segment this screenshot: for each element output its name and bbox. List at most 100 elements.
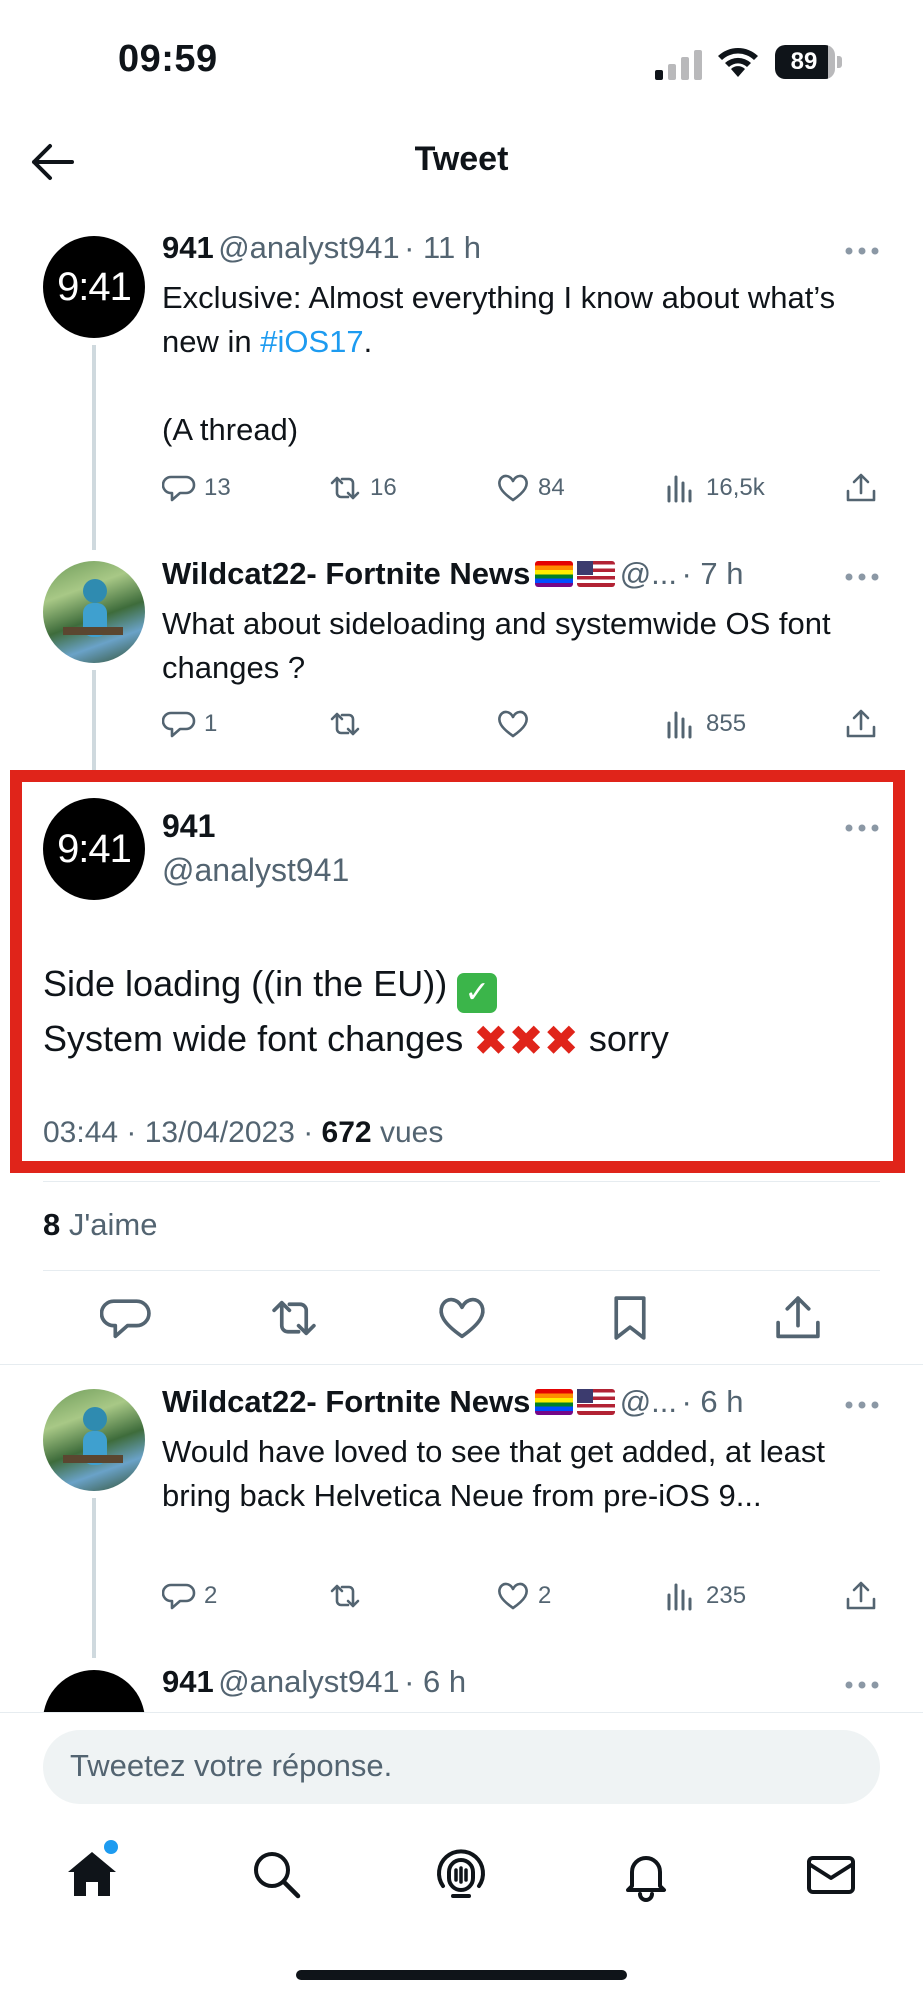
views-button[interactable]: 855 [664,706,746,742]
tweet-header: 941 @analyst941 · 6 h [162,1664,466,1700]
reply-count: 2 [204,1582,218,1609]
status-time: 09:59 [118,38,218,80]
thread-line [92,670,96,770]
tweet-time: · 7 h [681,556,744,591]
retweet-button[interactable] [328,1578,362,1614]
views-chart-icon [667,711,692,739]
notification-dot [104,1840,118,1854]
hashtag-link[interactable]: #iOS17 [260,324,363,359]
views-count: 235 [706,1582,747,1609]
avatar[interactable]: 9:41 [43,236,145,338]
reply-button[interactable]: 1 [162,706,217,742]
tweet-header: Wildcat22- Fortnite News @... · 6 h [162,1384,852,1420]
tweet-time: · 11 h [404,230,482,265]
share-icon [846,1581,876,1610]
tweet-text: What about sideloading and systemwide OS… [162,606,831,685]
tweet-author-handle[interactable]: @analyst941 [218,230,399,265]
avatar[interactable] [43,1670,145,1712]
more-options-icon[interactable] [845,1400,879,1410]
search-icon[interactable] [248,1846,304,1902]
retweet-count: 16 [370,474,397,501]
us-flag-icon [577,1389,616,1415]
tweet-author-name[interactable]: Wildcat22- Fortnite News [162,1384,530,1419]
tweet-text-continued: (A thread) [162,412,299,447]
tweet-author-handle[interactable]: @analyst941 [218,1664,399,1699]
share-icon [846,709,876,738]
thread-line [92,1498,96,1658]
home-indicator[interactable] [296,1970,627,1980]
like-count: 84 [538,474,565,501]
divider [0,1364,923,1365]
divider [0,1712,923,1713]
tweet-author-handle[interactable]: @... [620,556,677,591]
wifi-icon [716,44,760,78]
reply-count: 13 [204,474,231,501]
like-count: 2 [538,1582,552,1609]
tweet-time: · 6 h [404,1664,467,1699]
share-button[interactable] [844,470,878,506]
battery-icon: 89 [775,45,843,79]
tweet-author-name[interactable]: 941 [162,1664,214,1699]
like-button[interactable]: 2 [496,1578,551,1614]
rainbow-flag-icon [534,561,573,587]
tweet-author-name[interactable]: Wildcat22- Fortnite News [162,556,530,591]
bookmark-icon[interactable] [604,1292,656,1344]
more-options-icon[interactable] [845,246,879,256]
retweet-button[interactable] [328,706,362,742]
share-icon [846,473,876,502]
views-chart-icon [667,475,692,503]
share-icon[interactable] [772,1292,824,1344]
reply-icon [162,475,196,502]
tweet-time: · 6 h [681,1384,744,1419]
notifications-icon[interactable] [618,1846,674,1902]
reply-button[interactable]: 13 [162,470,231,506]
like-button[interactable] [496,706,530,742]
views-button[interactable]: 16,5k [664,470,765,506]
retweet-button[interactable]: 16 [328,470,397,506]
views-chart-icon [667,1583,692,1611]
tweet-author-handle[interactable]: @... [620,1384,677,1419]
more-options-icon[interactable] [845,1680,879,1690]
reply-button[interactable]: 2 [162,1578,217,1614]
list-item[interactable]: 941 @analyst941 · 6 h [0,1650,923,1712]
like-button[interactable]: 84 [496,470,565,506]
tweet-author-name[interactable]: 941 [162,230,214,265]
reply-icon[interactable] [100,1292,152,1344]
divider [43,1270,880,1271]
reply-input-placeholder: Tweetez votre réponse. [70,1748,393,1783]
retweet-icon [330,1584,360,1608]
heart-icon [498,1582,528,1610]
cellular-signal-icon [655,50,703,80]
retweet-icon [330,712,360,736]
retweet-icon[interactable] [268,1292,320,1344]
rainbow-flag-icon [534,1389,573,1415]
tweet-header: Wildcat22- Fortnite News @... · 7 h [162,556,852,592]
tweet-text: Exclusive: Almost everything I know abou… [162,280,836,359]
highlight-box [10,770,905,1173]
avatar[interactable] [43,561,145,663]
share-button[interactable] [844,1578,878,1614]
us-flag-icon [577,561,616,587]
more-options-icon[interactable] [845,572,879,582]
reply-icon [162,1583,196,1610]
heart-icon [498,710,528,738]
retweet-icon [330,476,360,500]
likes-summary[interactable]: 8 J'aime [43,1207,157,1243]
tweet-text: Would have loved to see that get added, … [162,1434,825,1513]
spaces-icon[interactable] [433,1846,489,1902]
page-title: Tweet [414,140,509,178]
reply-count: 1 [204,710,218,737]
battery-level: 89 [790,48,818,75]
divider [43,1181,880,1182]
home-icon[interactable] [64,1846,120,1902]
share-button[interactable] [844,706,878,742]
tweet-header: 941 @analyst941 · 11 h [162,230,822,266]
heart-icon[interactable] [436,1292,488,1344]
reply-icon [162,711,196,738]
thread-line [92,345,96,550]
views-count: 16,5k [706,474,765,501]
views-button[interactable]: 235 [664,1578,746,1614]
messages-icon[interactable] [803,1846,859,1902]
avatar[interactable] [43,1389,145,1491]
views-count: 855 [706,710,747,737]
